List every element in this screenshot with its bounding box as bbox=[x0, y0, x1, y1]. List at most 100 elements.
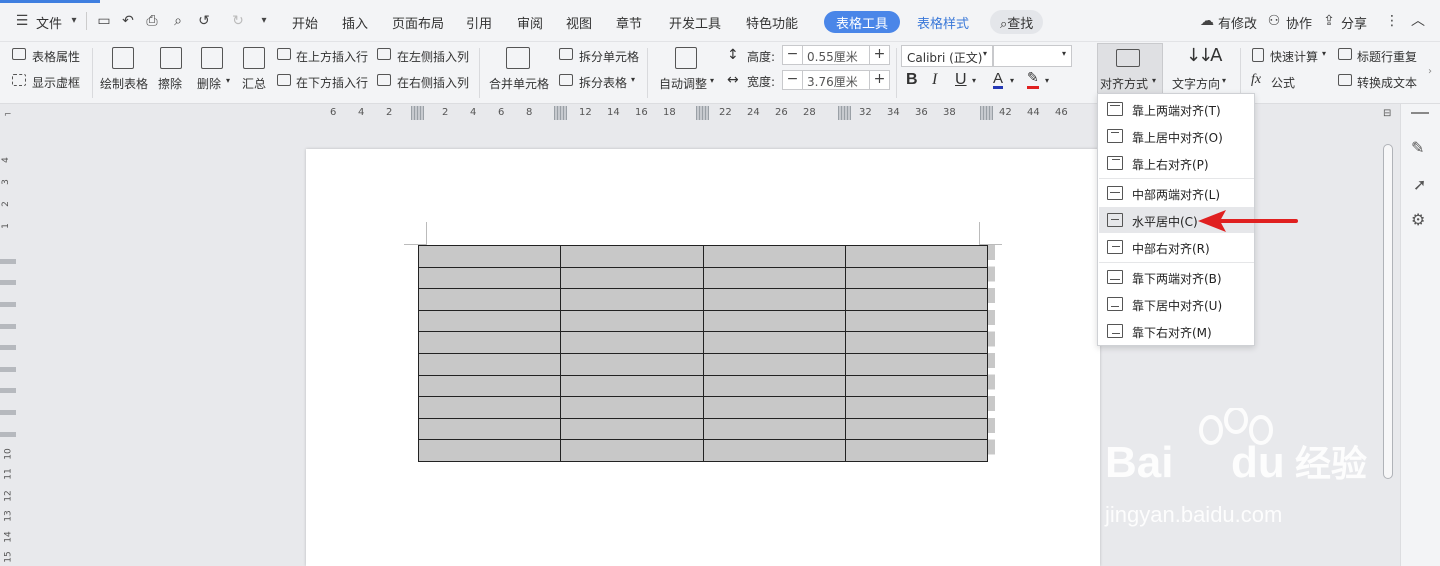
italic-icon[interactable]: I bbox=[932, 71, 937, 89]
menu-chapter[interactable]: 章节 bbox=[616, 13, 642, 32]
chevron-down-icon[interactable]: ▾ bbox=[1045, 76, 1049, 85]
menu-view[interactable]: 视图 bbox=[566, 13, 592, 32]
menu-item-middle-justify[interactable]: 中部两端对齐(L) bbox=[1099, 180, 1254, 206]
table-cell[interactable] bbox=[560, 352, 704, 376]
text-direction-button[interactable]: 文字方向 bbox=[1172, 75, 1220, 92]
table-cell[interactable] bbox=[844, 288, 989, 311]
edit-pen-icon[interactable]: ✎ bbox=[1411, 138, 1424, 157]
table-cell[interactable] bbox=[844, 331, 989, 354]
font-name-select[interactable]: Calibri (正文) bbox=[901, 45, 993, 67]
scrollbar-thumb[interactable] bbox=[1383, 144, 1393, 479]
menu-insert[interactable]: 插入 bbox=[342, 13, 368, 32]
table-cell[interactable] bbox=[417, 396, 562, 419]
split-view-icon[interactable]: ⊟ bbox=[1383, 108, 1391, 119]
draw-table-button[interactable]: 绘制表格 bbox=[100, 75, 148, 92]
table-cell[interactable] bbox=[417, 439, 562, 462]
collaborate-icon[interactable]: ⚇ bbox=[1266, 13, 1282, 29]
table-cell[interactable] bbox=[417, 288, 562, 311]
menu-item-middle-right[interactable]: 中部右对齐(R) bbox=[1099, 234, 1254, 260]
menu-item-bottom-center[interactable]: 靠下居中对齐(U) bbox=[1099, 291, 1254, 317]
split-cells-button[interactable]: 拆分单元格 bbox=[579, 48, 639, 65]
vertical-ruler[interactable]: 4 3 2 1 10 11 12 13 14 15 bbox=[0, 122, 16, 566]
print-icon[interactable]: ⎙ bbox=[144, 13, 160, 29]
collapse-ribbon-icon[interactable]: ︿ bbox=[1410, 13, 1426, 29]
redo-icon[interactable]: ↻ bbox=[230, 13, 246, 29]
table-cell[interactable] bbox=[844, 396, 989, 419]
insert-row-below-button[interactable]: 在下方插入行 bbox=[296, 74, 368, 91]
summary-button[interactable]: 汇总 bbox=[242, 75, 266, 92]
table-cell[interactable] bbox=[417, 417, 562, 441]
ruler-row-marker[interactable] bbox=[0, 367, 16, 372]
chevron-down-icon[interactable]: ▾ bbox=[983, 49, 987, 58]
quick-calc-button[interactable]: 快速计算 bbox=[1270, 48, 1318, 65]
increase-height-button[interactable]: + bbox=[869, 46, 889, 64]
ruler-row-marker[interactable] bbox=[0, 432, 16, 437]
table-cell[interactable] bbox=[702, 374, 846, 398]
erase-button[interactable]: 擦除 bbox=[158, 75, 182, 92]
share-icon[interactable]: ⇪ bbox=[1321, 13, 1337, 29]
chevron-down-icon[interactable]: ▾ bbox=[1062, 49, 1066, 58]
menu-features[interactable]: 特色功能 bbox=[746, 13, 798, 32]
insert-col-left-button[interactable]: 在左侧插入列 bbox=[397, 48, 469, 65]
undo-history-icon[interactable]: ↶ bbox=[120, 13, 136, 29]
document-table[interactable] bbox=[417, 245, 989, 462]
ruler-column-marker[interactable] bbox=[980, 106, 993, 120]
width-value[interactable]: 3.76厘米 bbox=[807, 73, 858, 90]
file-menu[interactable]: 文件 bbox=[36, 13, 62, 32]
font-size-select[interactable] bbox=[993, 45, 1072, 67]
delete-button[interactable]: 删除 bbox=[197, 75, 221, 92]
table-cell[interactable] bbox=[844, 374, 989, 398]
formula-button[interactable]: 公式 bbox=[1271, 74, 1295, 91]
chevron-down-icon[interactable]: ▾ bbox=[710, 76, 714, 85]
chevron-down-icon[interactable]: ▾ bbox=[631, 75, 635, 84]
share-button[interactable]: 分享 bbox=[1341, 13, 1367, 32]
table-cell[interactable] bbox=[702, 417, 846, 441]
ruler-row-marker[interactable] bbox=[0, 345, 16, 350]
underline-icon[interactable]: U bbox=[955, 71, 967, 89]
table-cell[interactable] bbox=[417, 245, 562, 268]
menu-home[interactable]: 开始 bbox=[292, 13, 318, 32]
cloud-sync-icon[interactable]: ☁ bbox=[1199, 13, 1215, 29]
table-cell[interactable] bbox=[560, 309, 704, 333]
table-cell[interactable] bbox=[702, 266, 846, 290]
chevron-down-icon[interactable]: ▾ bbox=[66, 13, 82, 29]
table-cell[interactable] bbox=[702, 352, 846, 376]
chevron-down-icon[interactable]: ▾ bbox=[226, 76, 230, 85]
tab-table-style[interactable]: 表格样式 bbox=[917, 13, 969, 32]
tab-table-tools[interactable]: 表格工具 bbox=[824, 11, 901, 33]
table-cell[interactable] bbox=[560, 417, 704, 441]
menu-item-bottom-right[interactable]: 靠下右对齐(M) bbox=[1099, 318, 1254, 344]
select-cursor-icon[interactable]: ➚ bbox=[1413, 175, 1426, 194]
menu-item-top-center[interactable]: 靠上居中对齐(O) bbox=[1099, 123, 1254, 149]
ribbon-scroll-right-icon[interactable]: › bbox=[1428, 66, 1432, 77]
table-cell[interactable] bbox=[417, 352, 562, 376]
width-stepper[interactable]: − 3.76厘米 + bbox=[782, 70, 890, 90]
print-preview-icon[interactable]: ⌕ bbox=[170, 13, 186, 29]
insert-row-above-button[interactable]: 在上方插入行 bbox=[296, 48, 368, 65]
table-cell[interactable] bbox=[560, 439, 704, 462]
table-cell[interactable] bbox=[560, 245, 704, 268]
chevron-down-icon[interactable]: ▾ bbox=[1010, 76, 1014, 85]
table-cell[interactable] bbox=[844, 309, 989, 333]
table-cell[interactable] bbox=[702, 331, 846, 354]
chevron-down-icon[interactable]: ▾ bbox=[972, 76, 976, 85]
menu-references[interactable]: 引用 bbox=[466, 13, 492, 32]
tab-stop-icon[interactable]: ⌐ bbox=[4, 110, 12, 120]
ruler-row-marker[interactable] bbox=[0, 388, 16, 393]
settings-sliders-icon[interactable]: ⚙ bbox=[1411, 210, 1425, 229]
table-cell[interactable] bbox=[560, 374, 704, 398]
merge-cells-button[interactable]: 合并单元格 bbox=[489, 75, 549, 92]
menu-item-bottom-justify[interactable]: 靠下两端对齐(B) bbox=[1099, 264, 1254, 290]
ruler-row-marker[interactable] bbox=[0, 324, 16, 329]
menu-page-layout[interactable]: 页面布局 bbox=[392, 13, 444, 32]
align-mode-button[interactable]: 对齐方式 ▾ bbox=[1097, 43, 1163, 95]
table-cell[interactable] bbox=[844, 266, 989, 290]
table-cell[interactable] bbox=[844, 352, 989, 376]
repeat-header-button[interactable]: 标题行重复 bbox=[1357, 48, 1417, 65]
table-cell[interactable] bbox=[417, 309, 562, 333]
font-color-icon[interactable]: A bbox=[993, 71, 1004, 89]
table-cell[interactable] bbox=[417, 266, 562, 290]
table-cell[interactable] bbox=[702, 396, 846, 419]
table-cell[interactable] bbox=[702, 309, 846, 333]
undo-icon[interactable]: ↺ bbox=[196, 13, 212, 29]
